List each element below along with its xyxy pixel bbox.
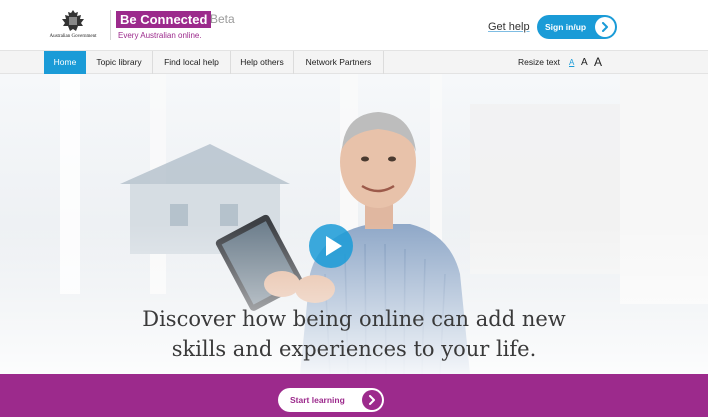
site-header: Australian Government Be Connected Beta …	[0, 0, 708, 48]
logo-divider	[110, 10, 111, 40]
resize-text-label: Resize text	[518, 57, 561, 67]
chevron-right-icon	[362, 390, 382, 410]
nav-item-find-local-help[interactable]: Find local help	[153, 51, 231, 74]
main-nav: Home Topic library Find local help Help …	[0, 50, 708, 74]
play-icon	[326, 236, 342, 256]
hero-caption: Discover how being online can add new sk…	[0, 304, 708, 364]
get-help-link[interactable]: Get help	[488, 21, 530, 33]
brand-tagline: Every Australian online.	[118, 31, 202, 40]
chevron-right-icon	[595, 17, 615, 37]
start-learning-button[interactable]: Start learning	[278, 388, 384, 412]
beta-label: Beta	[210, 12, 235, 26]
nav-item-network-partners[interactable]: Network Partners	[294, 51, 384, 74]
hero-caption-line-2: skills and experiences to your life.	[171, 337, 537, 361]
nav-item-help-others[interactable]: Help others	[231, 51, 294, 74]
resize-medium-button[interactable]: A	[581, 51, 588, 74]
brand-logo[interactable]: Be Connected	[116, 11, 212, 28]
start-learning-label: Start learning	[290, 395, 345, 405]
nav-item-home[interactable]: Home	[44, 51, 86, 74]
sign-in-label: Sign in/up	[545, 22, 587, 32]
nav-item-topic-library[interactable]: Topic library	[86, 51, 153, 74]
crest-icon	[62, 10, 84, 31]
gov-name: Australian Government	[49, 34, 97, 39]
resize-large-button[interactable]: A	[594, 51, 602, 74]
play-video-button[interactable]	[309, 224, 353, 268]
hero-caption-line-1: Discover how being online can add new	[142, 307, 566, 331]
australian-government-logo[interactable]: Australian Government	[42, 9, 104, 43]
sign-in-button[interactable]: Sign in/up	[537, 15, 617, 39]
resize-small-button[interactable]: A	[569, 51, 574, 74]
hero-video[interactable]: Discover how being online can add new sk…	[0, 74, 708, 374]
cta-band: Start learning	[0, 374, 708, 417]
